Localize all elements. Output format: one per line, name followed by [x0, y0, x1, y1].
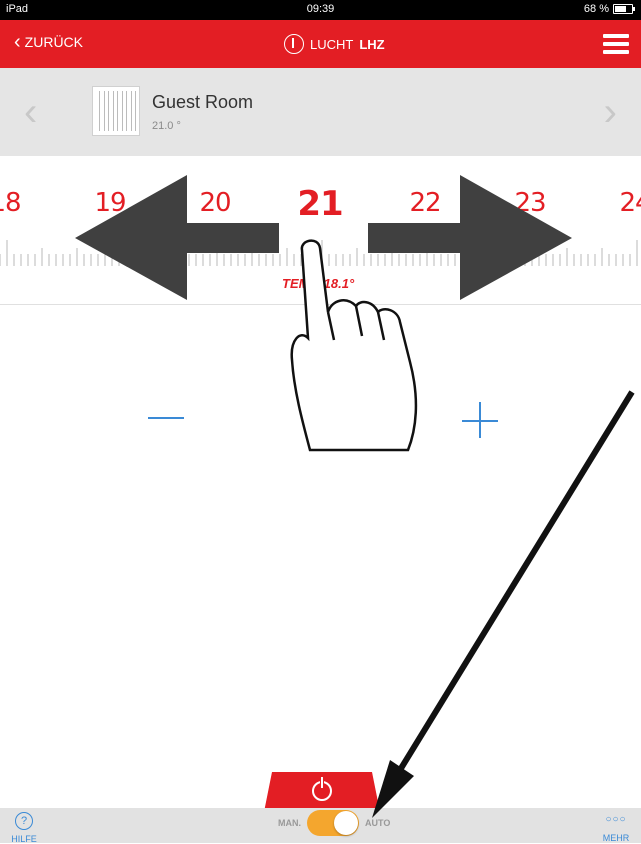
ruler-label: 23: [514, 188, 546, 218]
current-temperature: TEMP. 18.1°: [282, 276, 355, 291]
mode-auto-label: AUTO: [365, 818, 391, 828]
help-icon: ?: [15, 812, 33, 830]
more-button[interactable]: ○○○ MEHR: [601, 814, 631, 843]
more-dots-icon: ○○○: [605, 814, 627, 825]
next-room-button[interactable]: ›: [604, 92, 617, 132]
room-set-temperature: 21.0 °: [152, 120, 181, 132]
battery-percent: 68 %: [583, 3, 609, 15]
nav-bar: ‹ ZURÜCK LUCHT LHZ: [0, 20, 641, 68]
mode-manual-label: MAN.: [278, 818, 301, 828]
bottom-bar: ? HILFE MAN. AUTO ○○○ MEHR: [0, 808, 641, 844]
ruler-label: 19: [94, 188, 126, 218]
clock: 09:39: [306, 3, 335, 15]
decrease-temperature-button[interactable]: [148, 402, 186, 432]
brand-logo: LUCHT LHZ: [284, 34, 385, 54]
back-button[interactable]: ‹ ZURÜCK: [14, 31, 84, 53]
ruler-label: 24: [619, 188, 641, 218]
temperature-ruler[interactable]: TEMP. 18.1° 18 19 20 21 22 23 24: [0, 156, 641, 305]
battery-icon: [613, 4, 635, 14]
ruler-ticks: [0, 240, 638, 266]
logo-text: LUCHT: [310, 36, 354, 52]
back-label: ZURÜCK: [24, 34, 84, 50]
mode-toggle[interactable]: MAN. AUTO: [278, 810, 390, 836]
increase-temperature-button[interactable]: [462, 402, 500, 440]
mode-switch-knob: [334, 811, 358, 835]
room-name: Guest Room: [152, 92, 254, 112]
ruler-label: 21: [297, 184, 343, 224]
logo-strong: LHZ: [359, 36, 385, 52]
ruler-label: 18: [0, 188, 22, 218]
hamburger-menu-icon[interactable]: [603, 34, 629, 54]
pointer-arrow-icon: [372, 390, 635, 818]
room-heater-image: [92, 86, 140, 136]
room-header: ‹ Guest Room 21.0 ° ›: [0, 68, 641, 156]
status-bar: iPad 09:39 68 %: [0, 0, 641, 20]
power-button[interactable]: [264, 772, 380, 812]
ruler-label: 20: [199, 188, 231, 218]
more-label: MEHR: [602, 833, 630, 843]
flame-icon: [284, 34, 304, 54]
chevron-left-icon: ‹: [14, 31, 21, 53]
help-button[interactable]: ? HILFE: [10, 812, 38, 844]
battery-status: 68 %: [583, 3, 635, 15]
previous-room-button[interactable]: ‹: [24, 92, 37, 132]
ruler-label: 22: [409, 188, 441, 218]
mode-switch[interactable]: [307, 810, 359, 836]
